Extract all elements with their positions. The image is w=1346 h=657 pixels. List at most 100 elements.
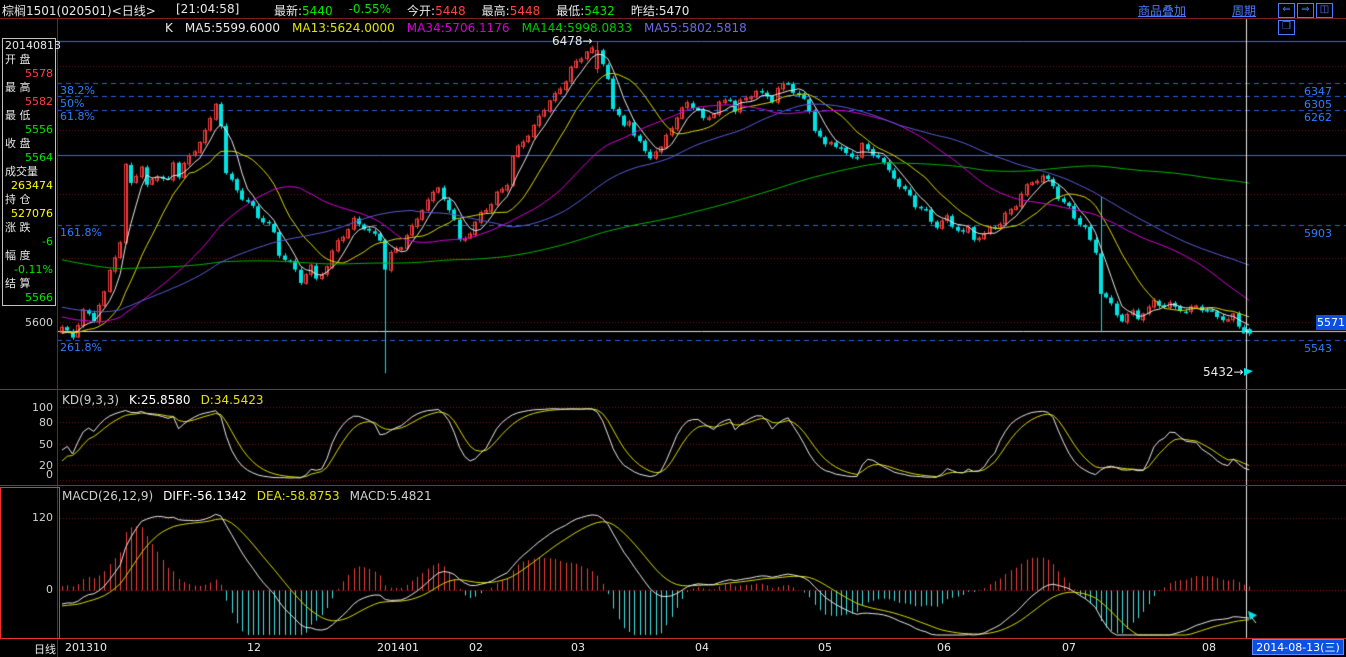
- ma-k-label: K: [165, 21, 173, 35]
- crosshair-date-box: 2014-08-13(三): [1252, 639, 1344, 655]
- window-icon-row: ⇐⇒◫ ❐: [1276, 1, 1346, 35]
- info-value: -0.11%: [3, 263, 55, 277]
- candle-info-panel: 20140813 开 盘5578最 高5582最 低5556收 盘5564成交量…: [2, 38, 56, 306]
- info-value: -6: [3, 235, 55, 249]
- ma-readout: MA13:5624.0000: [292, 21, 395, 35]
- quote-item: 昨结:5470: [631, 2, 690, 19]
- fib-level-label: 161.8%: [60, 226, 102, 239]
- info-label: 成交量: [3, 165, 55, 179]
- quote-label: 最高:: [482, 4, 510, 18]
- peak-price-annotation: 6478→: [552, 35, 593, 48]
- info-value: 5578: [3, 67, 55, 81]
- info-value: 5556: [3, 123, 55, 137]
- quote-label: 最新:: [274, 4, 302, 18]
- kd-y-label: 80: [0, 416, 53, 429]
- quote-row: 最新:5440-0.55%今开:5448最高:5448最低:5432昨结:547…: [274, 2, 689, 19]
- kd-separator: [0, 389, 1346, 390]
- fib-level-label: 261.8%: [60, 341, 102, 354]
- x-axis-tick: 04: [695, 641, 709, 654]
- macd-y-label: 0: [0, 583, 53, 596]
- quote-value: 5440: [302, 4, 333, 18]
- macd-readout: DEA:-58.8753: [257, 489, 340, 503]
- cursor-arrow-icon: [1244, 368, 1253, 376]
- info-label: 持 仓: [3, 193, 55, 207]
- quote-value: 5470: [659, 4, 690, 18]
- kd-y-label: 100: [0, 401, 53, 414]
- right-price-label: 5903: [1304, 227, 1332, 240]
- info-value: 263474: [3, 179, 55, 193]
- kd-readout: K:25.8580: [129, 393, 191, 407]
- info-value: 5566: [3, 291, 55, 305]
- ma-readout: MA144:5998.0833: [522, 21, 632, 35]
- crosshair-price-box: 5571: [1316, 315, 1346, 330]
- right-price-label: 6347: [1304, 85, 1332, 98]
- quote-label: 最低:: [556, 4, 584, 18]
- low-price-annotation: 5432→: [1203, 366, 1244, 379]
- info-label: 收 盘: [3, 137, 55, 151]
- macd-separator: [0, 485, 1346, 486]
- quote-item: 最高:5448: [482, 2, 541, 19]
- overlay-link[interactable]: 商品叠加: [1138, 2, 1186, 19]
- info-date: 20140813: [3, 39, 55, 53]
- back-icon[interactable]: ⇐: [1278, 3, 1295, 18]
- main-y-axis-label: 5600: [0, 316, 53, 329]
- ma-readout: MA34:5706.1176: [407, 21, 510, 35]
- macd-y-label: 120: [0, 511, 53, 524]
- info-label: 幅 度: [3, 249, 55, 263]
- period-link[interactable]: 周期: [1232, 2, 1256, 19]
- x-axis-tick: 03: [571, 641, 585, 654]
- x-axis-tick: 08: [1202, 641, 1216, 654]
- fib-level-label: 38.2%: [60, 84, 95, 97]
- info-value: 5564: [3, 151, 55, 165]
- ma-readout: MA5:5599.6000: [185, 21, 280, 35]
- macd-readout: MACD:5.4821: [350, 489, 432, 503]
- kd-y-label: 50: [0, 438, 53, 451]
- right-price-label: 6305: [1304, 98, 1332, 111]
- info-label: 最 高: [3, 81, 55, 95]
- info-value: 5582: [3, 95, 55, 109]
- x-axis-tick: 201401: [377, 641, 419, 654]
- quote-item: 最低:5432: [556, 2, 615, 19]
- tile-window-icon[interactable]: ◫: [1316, 3, 1333, 18]
- right-price-label: 6262: [1304, 111, 1332, 124]
- x-axis-tick: 06: [937, 641, 951, 654]
- info-value: 527076: [3, 207, 55, 221]
- x-axis-tick: 12: [247, 641, 261, 654]
- kd-readout: D:34.5423: [201, 393, 264, 407]
- info-label: 涨 跌: [3, 221, 55, 235]
- kd-y-label: 0: [0, 468, 53, 481]
- x-axis-tick: 201310: [65, 641, 107, 654]
- kd-header: KD(9,3,3) K:25.8580 D:34.5423: [62, 393, 263, 407]
- main-chart-canvas[interactable]: [0, 0, 1346, 657]
- top-quote-bar: 棕榈1501(020501)<日线> [21:04:58] 最新:5440-0.…: [0, 0, 1346, 17]
- fib-level-label: 61.8%: [60, 110, 95, 123]
- period-label: 日线: [22, 641, 56, 657]
- quote-item: -0.55%: [349, 2, 391, 19]
- cascade-window-icon[interactable]: ❐: [1278, 20, 1295, 35]
- ma-readout: MA55:5802.5818: [644, 21, 747, 35]
- quote-label: 今开:: [407, 4, 435, 18]
- quote-item: 最新:5440: [274, 2, 333, 19]
- right-price-label: 5543: [1304, 342, 1332, 355]
- contract-title: 棕榈1501(020501)<日线>: [2, 2, 156, 19]
- kd-readout: KD(9,3,3): [62, 393, 119, 407]
- macd-selection-box[interactable]: [0, 487, 60, 639]
- x-axis-tick: 05: [818, 641, 832, 654]
- quote-value: 5448: [435, 4, 466, 18]
- trading-app-window: 棕榈1501(020501)<日线> [21:04:58] 最新:5440-0.…: [0, 0, 1346, 657]
- quote-label: 昨结:: [631, 4, 659, 18]
- fib-level-label: 50%: [60, 97, 84, 110]
- quote-value: 5448: [510, 4, 541, 18]
- info-label: 最 低: [3, 109, 55, 123]
- ma-readout-row: K MA5:5599.6000 MA13:5624.0000 MA34:5706.1…: [165, 21, 747, 35]
- x-axis-tick: 02: [469, 641, 483, 654]
- quote-value: -0.55%: [349, 2, 391, 16]
- quote-item: 今开:5448: [407, 2, 466, 19]
- macd-header: MACD(26,12,9)DIFF:-56.1342DEA:-58.8753MA…: [62, 489, 432, 503]
- info-label: 开 盘: [3, 53, 55, 67]
- x-axis-tick: 07: [1062, 641, 1076, 654]
- forward-icon[interactable]: ⇒: [1297, 3, 1314, 18]
- bottom-separator: [0, 638, 1346, 639]
- macd-readout: MACD(26,12,9): [62, 489, 153, 503]
- info-label: 结 算: [3, 277, 55, 291]
